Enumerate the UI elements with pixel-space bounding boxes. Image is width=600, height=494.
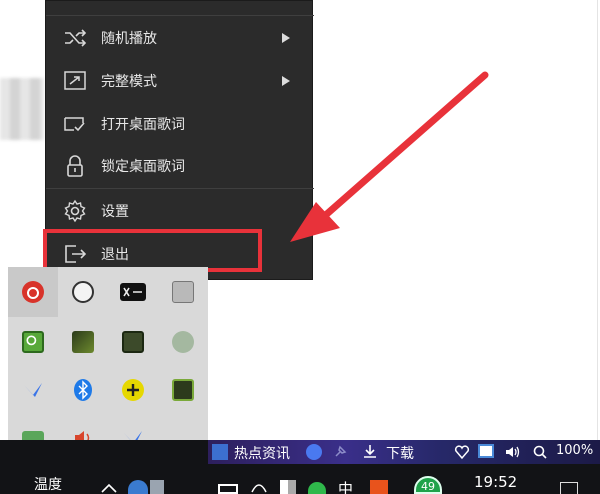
- sogou-icon[interactable]: [370, 480, 388, 494]
- gpu-icon[interactable]: [72, 331, 94, 353]
- netease-music-icon[interactable]: [22, 281, 44, 303]
- ime-indicator[interactable]: 中: [338, 478, 353, 494]
- menu-divider: [46, 188, 314, 189]
- search-icon[interactable]: [532, 444, 548, 460]
- menu-item-label: 随机播放: [101, 31, 157, 47]
- menu-item-label: 锁定桌面歌词: [101, 159, 185, 175]
- badge-count: 49: [421, 480, 435, 493]
- menu-item-lock-lyrics[interactable]: 锁定桌面歌词: [46, 146, 314, 186]
- xmeta-icon[interactable]: [120, 283, 146, 301]
- download-label[interactable]: 下载: [386, 443, 414, 463]
- submenu-arrow-icon: [282, 33, 290, 43]
- green-g-icon[interactable]: [22, 331, 44, 353]
- printer-icon[interactable]: [172, 281, 194, 303]
- tray-app-icon[interactable]: [150, 480, 164, 494]
- feishu-icon[interactable]: [22, 379, 44, 401]
- green-app-icon[interactable]: [308, 482, 326, 494]
- news-bar: 热点资讯 下载 100%: [208, 440, 600, 464]
- wifi-icon[interactable]: [250, 480, 268, 494]
- menu-item-label: 完整模式: [101, 74, 157, 90]
- chip-icon[interactable]: [122, 331, 144, 353]
- clock-time[interactable]: 19:52: [474, 473, 517, 491]
- menu-item-full-mode[interactable]: 完整模式: [46, 61, 314, 101]
- heart-icon[interactable]: [454, 444, 470, 460]
- expand-icon: [64, 71, 86, 90]
- menu-item-label: 打开桌面歌词: [101, 117, 185, 133]
- pin-icon[interactable]: [332, 444, 348, 460]
- lock-icon: [67, 155, 83, 177]
- user-icon[interactable]: [172, 331, 194, 353]
- gear-icon: [64, 199, 86, 223]
- tray-overflow-panel: [8, 267, 208, 445]
- menu-item-settings[interactable]: 设置: [46, 191, 314, 231]
- news-label[interactable]: 热点资讯: [234, 443, 290, 463]
- lyrics-open-icon: [64, 117, 85, 132]
- exit-highlight-box: [43, 229, 262, 272]
- blurred-avatar: [0, 78, 44, 140]
- browser-icon[interactable]: [306, 444, 322, 460]
- menu-item-open-lyrics[interactable]: 打开桌面歌词: [46, 104, 314, 144]
- page-edge-divider: [597, 0, 598, 440]
- nvidia-icon[interactable]: [172, 379, 194, 401]
- battery-icon[interactable]: [218, 484, 238, 494]
- zoom-label: 100%: [556, 443, 594, 458]
- menu-divider: [46, 15, 314, 16]
- windows-security-icon[interactable]: [280, 480, 296, 494]
- network-globe-icon[interactable]: [128, 480, 148, 494]
- download-icon[interactable]: [362, 443, 378, 461]
- soccer-icon[interactable]: [72, 281, 94, 303]
- menu-item-shuffle[interactable]: 随机播放: [46, 18, 314, 58]
- weather-label[interactable]: 温度: [34, 474, 62, 494]
- volume-icon[interactable]: [504, 444, 522, 460]
- bluetooth-icon[interactable]: [74, 379, 92, 401]
- chevron-up-icon[interactable]: [100, 482, 118, 494]
- shuffle-icon: [65, 29, 87, 47]
- action-center-icon[interactable]: [560, 482, 578, 494]
- window-icon[interactable]: [478, 444, 494, 458]
- plus-badge-icon[interactable]: [122, 379, 144, 401]
- annotation-arrow: [290, 71, 489, 242]
- news-app-icon[interactable]: [212, 444, 228, 460]
- menu-item-label: 设置: [101, 204, 129, 220]
